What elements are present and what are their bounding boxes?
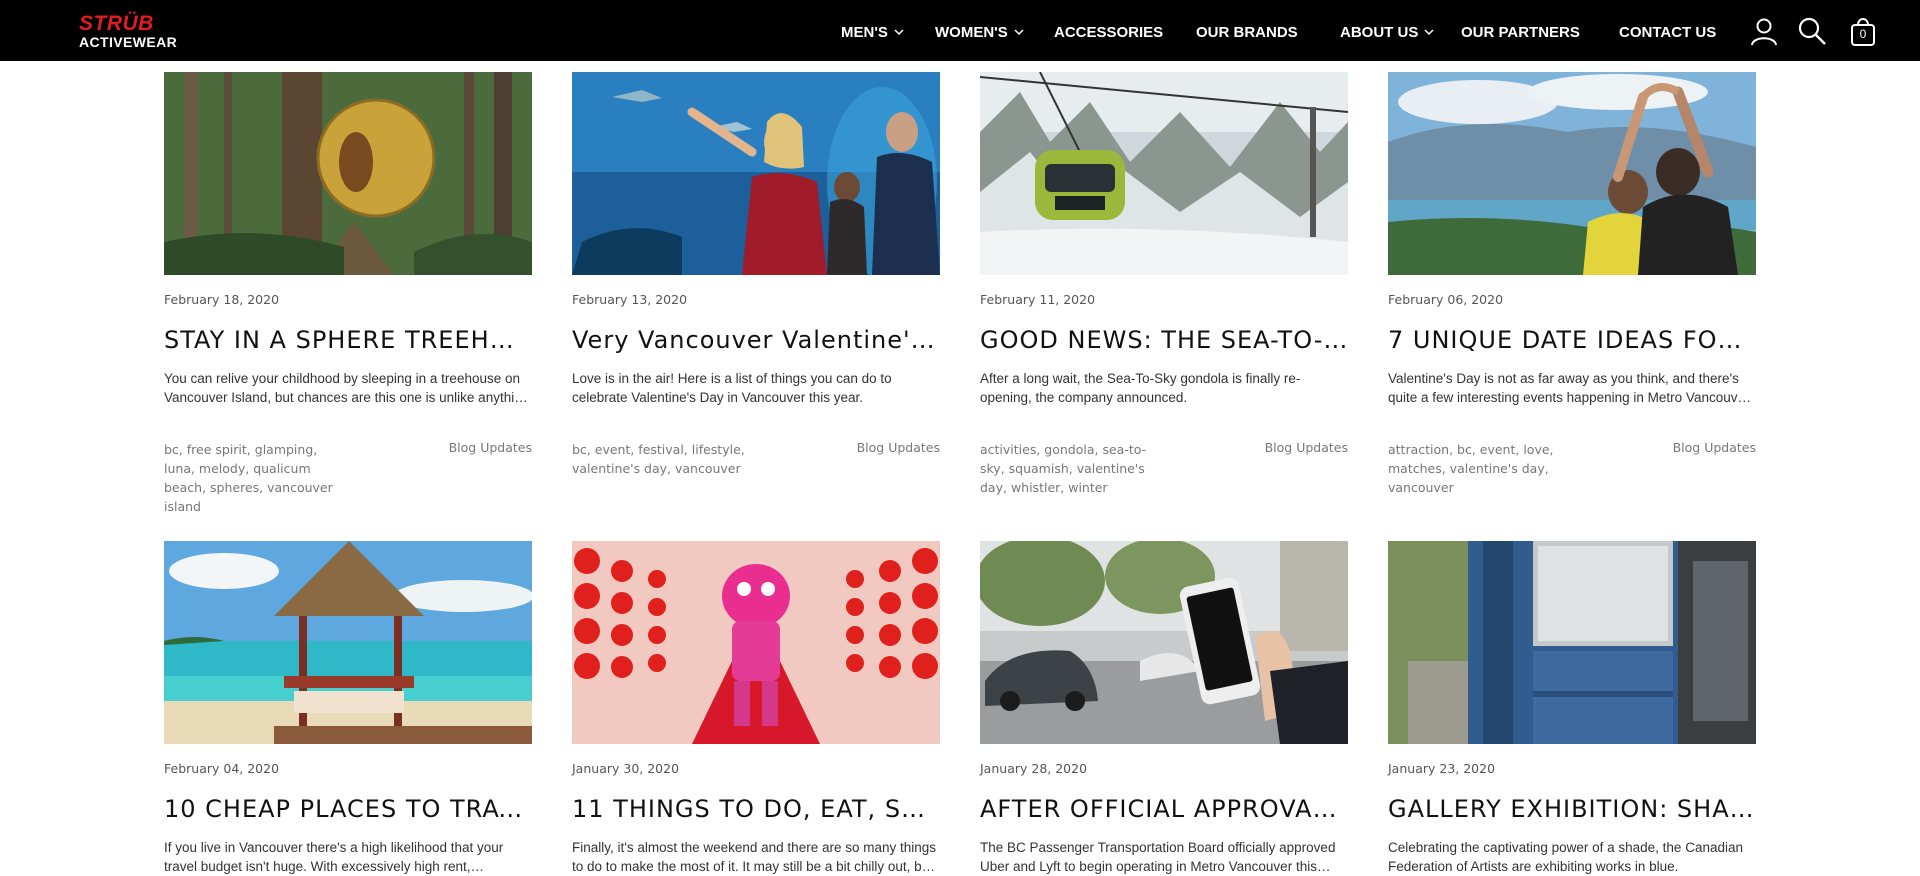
cart-count: 0 xyxy=(1859,27,1867,41)
nav-our-brands-label: OUR BRANDS xyxy=(1196,23,1298,41)
user-icon[interactable] xyxy=(1748,15,1780,47)
post-title[interactable]: 7 UNIQUE DATE IDEAS FOR VALENTINE'S DAY xyxy=(1388,326,1756,354)
post-excerpt: Finally, it's almost the weekend and the… xyxy=(572,840,937,874)
post-date: February 04, 2020 xyxy=(164,761,280,776)
post-excerpt: Love is in the air! Here is a list of th… xyxy=(572,371,892,405)
nav-accessories[interactable]: ACCESSORIES xyxy=(1054,22,1163,42)
post-excerpt: The BC Passenger Transportation Board of… xyxy=(980,840,1336,874)
card-image-uber-phone[interactable] xyxy=(980,541,1348,744)
card-image-couple[interactable] xyxy=(1388,72,1756,275)
card-image-lion-dance[interactable] xyxy=(572,541,940,744)
card-image-treehouse[interactable] xyxy=(164,72,532,275)
post-title[interactable]: Very Vancouver Valentine's Day xyxy=(572,326,940,354)
nav-mens[interactable]: MEN'S xyxy=(841,22,905,42)
post-date: February 13, 2020 xyxy=(572,292,688,307)
nav-womens[interactable]: WOMEN'S xyxy=(935,22,1025,42)
nav-our-brands[interactable]: OUR BRANDS xyxy=(1196,22,1298,42)
post-category[interactable]: Blog Updates xyxy=(449,440,532,455)
nav-contact-us[interactable]: CONTACT US xyxy=(1619,22,1716,42)
post-excerpt: You can relive your childhood by sleepin… xyxy=(164,371,530,405)
search-icon[interactable] xyxy=(1796,15,1828,47)
post-date: January 23, 2020 xyxy=(1388,761,1496,776)
site-header: STRÜB ACTIVEWEAR MEN'S WOMEN'S ACCESSORI… xyxy=(0,0,1920,61)
nav-about-us-label: ABOUT US xyxy=(1340,23,1419,41)
post-tags[interactable]: attraction, bc, event, love, matches, va… xyxy=(1388,440,1563,497)
post-date: February 06, 2020 xyxy=(1388,292,1504,307)
post-date: January 30, 2020 xyxy=(572,761,680,776)
nav-contact-us-label: CONTACT US xyxy=(1619,23,1717,41)
post-date: February 11, 2020 xyxy=(980,292,1096,307)
post-excerpt: Valentine's Day is not as far away as yo… xyxy=(1388,371,1750,405)
chevron-down-icon xyxy=(893,26,905,38)
brand-logo[interactable]: STRÜB ACTIVEWEAR xyxy=(79,13,199,49)
post-category[interactable]: Blog Updates xyxy=(857,440,940,455)
post-title[interactable]: 10 CHEAP PLACES TO TRAVEL xyxy=(164,795,532,823)
logo-subtitle: ACTIVEWEAR xyxy=(79,34,178,50)
nav-our-partners[interactable]: OUR PARTNERS xyxy=(1461,22,1580,42)
post-title[interactable]: AFTER OFFICIAL APPROVAL, UBER ARRIVES xyxy=(980,795,1348,823)
nav-about-us[interactable]: ABOUT US xyxy=(1340,22,1435,42)
card-image-beach[interactable] xyxy=(164,541,532,744)
post-date: January 28, 2020 xyxy=(980,761,1088,776)
post-excerpt: Celebrating the captivating power of a s… xyxy=(1388,840,1743,874)
card-image-aquarium[interactable] xyxy=(572,72,940,275)
card-image-gondola[interactable] xyxy=(980,72,1348,275)
post-excerpt: If you live in Vancouver there's a high … xyxy=(164,840,504,874)
post-title[interactable]: STAY IN A SPHERE TREEHOUSE xyxy=(164,326,532,354)
nav-our-partners-label: OUR PARTNERS xyxy=(1461,23,1580,41)
post-category[interactable]: Blog Updates xyxy=(1265,440,1348,455)
post-tags[interactable]: bc, event, festival, lifestyle, valentin… xyxy=(572,440,747,478)
nav-womens-label: WOMEN'S xyxy=(935,23,1008,41)
post-category[interactable]: Blog Updates xyxy=(1673,440,1756,455)
logo-wordmark: STRÜB xyxy=(79,12,154,35)
post-date: February 18, 2020 xyxy=(164,292,280,307)
nav-mens-label: MEN'S xyxy=(841,23,888,41)
post-title[interactable]: GALLERY EXHIBITION: SHADES OF BLUE xyxy=(1388,795,1756,823)
post-excerpt: After a long wait, the Sea-To-Sky gondol… xyxy=(980,371,1301,405)
post-tags[interactable]: activities, gondola, sea-to-sky, squamis… xyxy=(980,440,1155,497)
bag-icon[interactable]: 0 xyxy=(1847,15,1879,47)
nav-accessories-label: ACCESSORIES xyxy=(1054,23,1164,41)
card-image-blue-door[interactable] xyxy=(1388,541,1756,744)
post-title[interactable]: GOOD NEWS: THE SEA-TO-SKY GONDOLA xyxy=(980,326,1348,354)
post-tags[interactable]: bc, free spirit, glamping, luna, melody,… xyxy=(164,440,339,516)
chevron-down-icon xyxy=(1423,26,1435,38)
chevron-down-icon xyxy=(1013,26,1025,38)
post-title[interactable]: 11 THINGS TO DO, EAT, SEE THIS WEEKEND xyxy=(572,795,940,823)
